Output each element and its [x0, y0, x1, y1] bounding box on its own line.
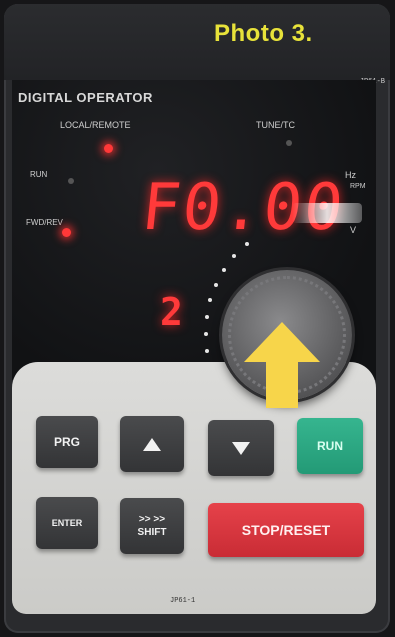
up-button[interactable] [120, 416, 184, 472]
triangle-up-icon [143, 437, 161, 451]
sub-display-value: 2 [160, 290, 183, 334]
run-button-label: RUN [317, 439, 343, 453]
knob-scale-dot [208, 298, 212, 302]
enter-button-label: ENTER [51, 518, 83, 528]
brand-text: DIGITAL OPERATOR [18, 90, 153, 105]
tune-led [286, 140, 292, 146]
tune-tc-label: TUNE/TC [256, 120, 295, 130]
knob-scale-dot [232, 254, 236, 258]
local-remote-label: LOCAL/REMOTE [60, 120, 131, 130]
shift-button-label: SHIFT [137, 527, 167, 538]
run-button[interactable]: RUN [297, 418, 363, 474]
knob-scale-dot [214, 283, 218, 287]
run-indicator-label: RUN [30, 170, 48, 179]
unit-v-label: V [350, 225, 357, 235]
down-button[interactable] [208, 420, 274, 476]
knob-scale-dot [205, 349, 209, 353]
local-remote-led [104, 144, 113, 153]
enter-button[interactable]: ENTER [36, 497, 98, 549]
model-code: JP61-1 [170, 597, 196, 605]
fwd-rev-led [62, 228, 71, 237]
prg-button[interactable]: PRG [36, 416, 98, 468]
knob-scale-dot [222, 268, 226, 272]
stop-reset-button-label: STOP/RESET [241, 522, 331, 538]
shift-button[interactable]: >> >> SHIFT [120, 498, 184, 554]
prg-button-label: PRG [53, 435, 80, 449]
shift-arrows-label: >> >> [138, 514, 166, 525]
glass-reflection [292, 203, 362, 223]
knob-scale-dot [245, 242, 249, 246]
knob-scale-dot [204, 332, 208, 336]
run-led [68, 178, 74, 184]
arrow-up-icon [244, 322, 320, 408]
triangle-down-icon [232, 441, 250, 455]
stop-reset-button[interactable]: STOP/RESET [208, 503, 364, 557]
unit-rpm-label: RPM [350, 183, 366, 190]
fwd-rev-indicator-label: FWD/REV [26, 218, 63, 227]
photo-label: Photo 3. [214, 20, 313, 47]
top-bar [4, 4, 390, 80]
knob-scale-dot [205, 315, 209, 319]
